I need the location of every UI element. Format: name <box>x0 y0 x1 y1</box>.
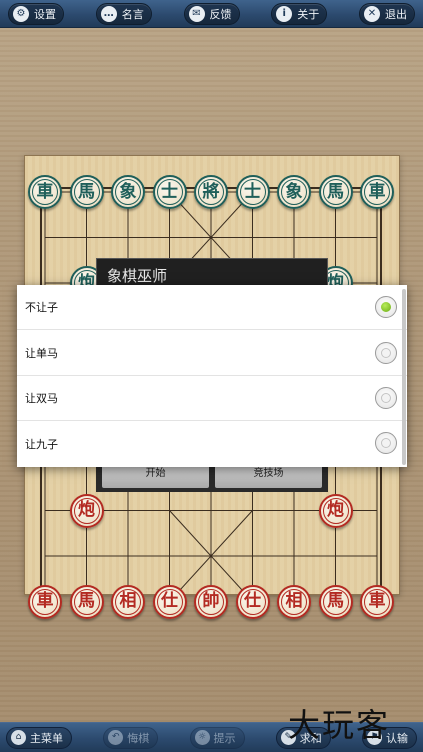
hint-button[interactable]: ☼ 提示 <box>189 726 245 749</box>
piece-glyph: 相 <box>115 588 141 615</box>
red-piece[interactable]: 馬 <box>318 584 353 619</box>
black-piece[interactable]: 車 <box>28 175 62 209</box>
home-icon: ⌂ <box>11 730 26 745</box>
scrollbar[interactable] <box>402 289 406 465</box>
black-piece[interactable]: 馬 <box>318 175 353 209</box>
option-label: 让九子 <box>25 437 58 451</box>
piece-glyph: 帥 <box>198 588 224 615</box>
about-label: 关于 <box>297 7 320 21</box>
piece-glyph: 炮 <box>73 497 100 524</box>
main-menu-label: 主菜单 <box>30 731 63 745</box>
close-icon: ✕ <box>364 5 380 22</box>
option-single-horse[interactable]: 让单马 <box>17 331 407 376</box>
radio-button[interactable] <box>375 342 397 364</box>
piece-glyph: 相 <box>281 588 307 615</box>
about-button[interactable]: i 关于 <box>271 2 328 25</box>
black-piece[interactable]: 士 <box>152 175 187 209</box>
piece-glyph: 炮 <box>322 497 349 524</box>
option-nine-pieces[interactable]: 让九子 <box>17 421 407 466</box>
exit-button[interactable]: ✕ 退出 <box>359 2 415 25</box>
option-double-horse[interactable]: 让双马 <box>17 376 407 421</box>
piece-glyph: 馬 <box>322 588 349 615</box>
radio-empty <box>381 393 391 403</box>
speech-bubble-icon: … <box>100 5 117 22</box>
black-piece[interactable]: 車 <box>360 175 394 209</box>
hint-label: 提示 <box>213 731 236 745</box>
info-icon: i <box>276 5 293 22</box>
black-piece[interactable]: 象 <box>111 175 145 209</box>
piece-glyph: 象 <box>115 179 141 205</box>
piece-glyph: 士 <box>239 179 266 205</box>
radio-button[interactable] <box>375 387 397 409</box>
radio-button[interactable] <box>375 296 397 318</box>
main-menu-button[interactable]: ⌂ 主菜单 <box>6 726 72 749</box>
black-piece[interactable]: 士 <box>235 175 270 209</box>
piece-glyph: 車 <box>364 588 390 615</box>
radio-empty <box>381 348 391 358</box>
red-piece[interactable]: 馬 <box>69 584 104 619</box>
red-piece[interactable]: 仕 <box>152 584 187 619</box>
piece-glyph: 士 <box>156 179 183 205</box>
background-dialog-title: 象棋巫师 <box>96 258 328 288</box>
settings-button[interactable]: ⚙ 设置 <box>8 2 64 25</box>
piece-glyph: 車 <box>364 179 390 205</box>
option-no-handicap[interactable]: 不让子 <box>17 285 407 330</box>
envelope-icon: ✉ <box>188 5 205 22</box>
bulb-icon: ☼ <box>194 730 210 745</box>
option-label: 让单马 <box>25 347 58 360</box>
piece-glyph: 仕 <box>239 588 266 615</box>
black-piece[interactable]: 馬 <box>69 175 104 209</box>
handicap-dialog: 不让子 让单马 让双马 让九子 <box>17 285 407 467</box>
black-piece[interactable]: 象 <box>277 175 311 209</box>
piece-glyph: 將 <box>198 179 224 205</box>
piece-glyph: 馬 <box>73 588 100 615</box>
arena-button[interactable]: 竞技场 <box>215 464 322 488</box>
feedback-button[interactable]: ✉ 反馈 <box>183 2 240 25</box>
red-piece[interactable]: 相 <box>277 584 311 619</box>
settings-label: 设置 <box>34 7 56 21</box>
red-cannon[interactable]: 炮 <box>69 493 104 528</box>
red-piece[interactable]: 車 <box>360 584 394 619</box>
radio-selected-dot <box>381 302 391 312</box>
radio-button[interactable] <box>375 432 397 454</box>
quotes-button[interactable]: … 名言 <box>95 2 152 25</box>
quotes-label: 名言 <box>121 7 144 21</box>
watermark-logo: 大玩客 <box>288 706 391 744</box>
piece-glyph: 車 <box>32 588 58 615</box>
piece-glyph: 馬 <box>322 179 349 205</box>
piece-glyph: 車 <box>32 179 58 205</box>
red-cannon[interactable]: 炮 <box>318 493 353 528</box>
red-piece[interactable]: 帥 <box>194 584 228 619</box>
gear-icon: ⚙ <box>13 5 29 22</box>
undo-label: 悔棋 <box>127 731 150 745</box>
top-toolbar: ⚙ 设置 … 名言 ✉ 反馈 i 关于 ✕ 退出 <box>0 0 423 28</box>
feedback-label: 反馈 <box>209 7 232 21</box>
red-piece[interactable]: 相 <box>111 584 145 619</box>
radio-empty <box>381 438 391 448</box>
piece-glyph: 仕 <box>156 588 183 615</box>
undo-button[interactable]: ↶ 悔棋 <box>103 726 159 749</box>
piece-glyph: 馬 <box>73 179 100 205</box>
option-label: 让双马 <box>25 392 58 405</box>
start-button[interactable]: 开始 <box>102 464 209 488</box>
undo-icon: ↶ <box>108 730 124 745</box>
piece-glyph: 象 <box>281 179 307 205</box>
black-piece[interactable]: 將 <box>194 175 228 209</box>
exit-label: 退出 <box>385 7 407 21</box>
red-piece[interactable]: 仕 <box>235 584 270 619</box>
red-piece[interactable]: 車 <box>28 584 62 619</box>
option-label: 不让子 <box>25 301 58 314</box>
